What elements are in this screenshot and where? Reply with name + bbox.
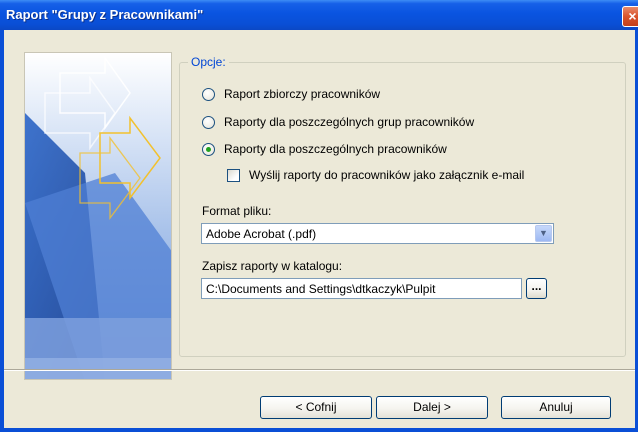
- wizard-side-image: [24, 52, 172, 380]
- next-button-label: Dalej >: [413, 400, 451, 414]
- format-select[interactable]: Adobe Acrobat (.pdf) ▼: [201, 223, 554, 244]
- directory-label: Zapisz raporty w katalogu:: [202, 259, 343, 273]
- radio-label: Raport zbiorczy pracowników: [224, 87, 381, 101]
- radio-employee-reports[interactable]: Raporty dla poszczególnych pracowników: [202, 142, 447, 156]
- browse-button-label: ...: [531, 279, 542, 293]
- back-button-label: < Cofnij: [295, 400, 337, 414]
- radio-label: Raporty dla poszczególnych pracowników: [224, 142, 447, 156]
- radio-button-selected[interactable]: [202, 142, 215, 156]
- wizard-window: Raport "Grupy z Pracownikami" × Opcje: R…: [0, 0, 638, 432]
- radio-summary-report[interactable]: Raport zbiorczy pracowników: [202, 87, 380, 101]
- cancel-button-label: Anuluj: [539, 400, 573, 414]
- directory-input-value: C:\Documents and Settings\dtkaczyk\Pulpi…: [206, 282, 436, 296]
- format-select-value: Adobe Acrobat (.pdf): [206, 227, 317, 241]
- radio-button[interactable]: [202, 87, 215, 101]
- options-group-title: Opcje:: [188, 55, 229, 69]
- checkbox-label: Wyślij raporty do pracowników jako załąc…: [249, 168, 525, 182]
- email-attachment-checkbox-row[interactable]: Wyślij raporty do pracowników jako załąc…: [227, 168, 524, 182]
- directory-input[interactable]: C:\Documents and Settings\dtkaczyk\Pulpi…: [201, 278, 522, 299]
- browse-button[interactable]: ...: [526, 278, 547, 299]
- window-title: Raport "Grupy z Pracownikami": [6, 7, 204, 22]
- format-label: Format pliku:: [202, 204, 272, 218]
- radio-group-reports[interactable]: Raporty dla poszczególnych grup pracowni…: [202, 115, 474, 129]
- title-bar[interactable]: Raport "Grupy z Pracownikami" ×: [0, 0, 638, 30]
- bottom-separator: [4, 369, 635, 371]
- radio-button[interactable]: [202, 115, 215, 129]
- close-icon: ×: [628, 8, 637, 24]
- cancel-button[interactable]: Anuluj: [501, 396, 611, 419]
- dialog-body: Opcje: Raport zbiorczy pracowników Rapor…: [4, 30, 635, 428]
- email-attachment-checkbox[interactable]: [227, 168, 240, 182]
- chevron-down-icon[interactable]: ▼: [535, 225, 552, 242]
- close-button[interactable]: ×: [622, 6, 638, 27]
- next-button[interactable]: Dalej >: [376, 396, 488, 419]
- back-button[interactable]: < Cofnij: [260, 396, 372, 419]
- radio-label: Raporty dla poszczególnych grup pracowni…: [224, 115, 475, 129]
